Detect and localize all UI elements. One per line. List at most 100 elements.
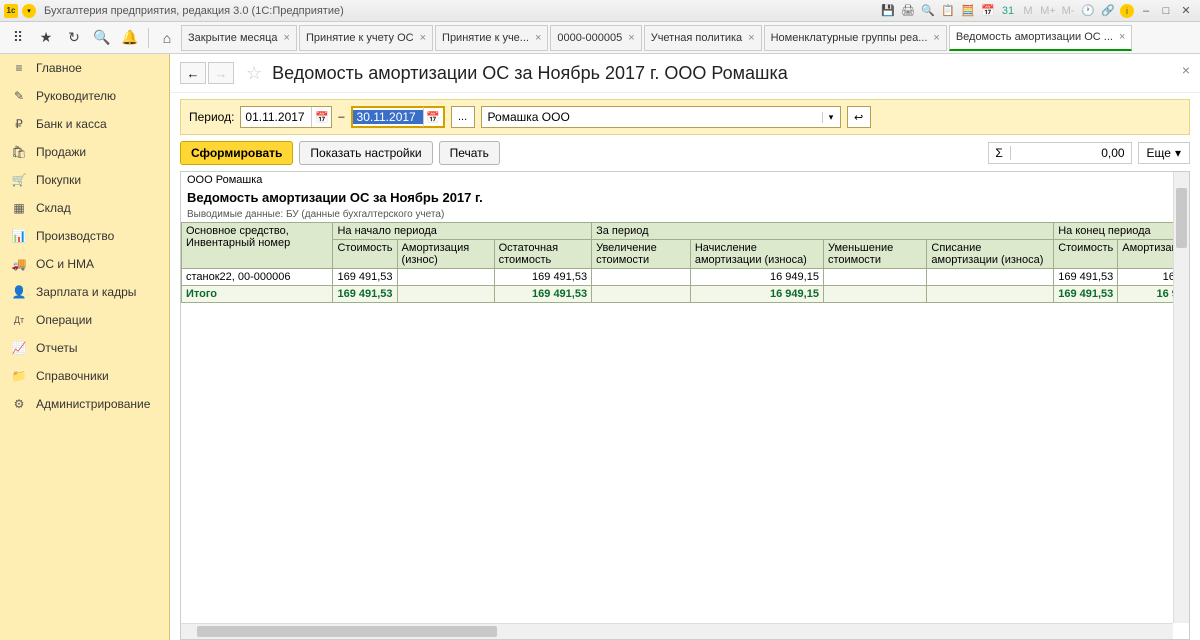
table-row[interactable]: станок22, 00-000006 169 491,53 169 491,5… <box>182 269 1189 286</box>
scrollbar-vertical[interactable] <box>1173 172 1189 623</box>
sidebar-item-purchases[interactable]: 🛒Покупки <box>0 166 169 194</box>
tab-close-month[interactable]: Закрытие месяца× <box>181 25 297 51</box>
production-icon: 📊 <box>10 229 28 243</box>
toolbar: ⠿ ★ ↻ 🔍 🔔 ⌂ Закрытие месяца× Принятие к … <box>0 22 1200 54</box>
m-icon[interactable]: M <box>1020 3 1036 19</box>
close-icon[interactable]: × <box>284 32 290 44</box>
filter-bar: Период: 📅 – 📅 ... ▾ ↩ <box>180 99 1190 135</box>
home-icon[interactable]: ⌂ <box>155 26 179 50</box>
more-button[interactable]: Еще▾ <box>1138 142 1190 164</box>
forward-button[interactable]: → <box>208 62 234 84</box>
titlebar: 1c ▾ Бухгалтерия предприятия, редакция 3… <box>0 0 1200 22</box>
report-title: Ведомость амортизации ОС за Ноябрь 2017 … <box>181 188 1189 207</box>
link-icon[interactable]: 🔗 <box>1100 3 1116 19</box>
report-area: ООО Ромашка Ведомость амортизации ОС за … <box>180 171 1190 640</box>
folder-icon: 📁 <box>10 369 28 383</box>
app-menu-dropdown[interactable]: ▾ <box>22 4 36 18</box>
grp-start: На начало периода <box>333 223 592 240</box>
save-icon[interactable]: 💾 <box>880 3 896 19</box>
calendar-icon[interactable]: 📅 <box>980 3 996 19</box>
back-button[interactable]: ← <box>180 62 206 84</box>
main-icon: ≡ <box>10 61 28 75</box>
close-icon[interactable]: × <box>535 32 541 44</box>
purchases-icon: 🛒 <box>10 173 28 187</box>
report-table: Основное средство, Инвентарный номер На … <box>181 222 1189 303</box>
close-icon[interactable]: × <box>748 32 754 44</box>
sidebar-item-directories[interactable]: 📁Справочники <box>0 362 169 390</box>
sidebar-item-salary[interactable]: 👤Зарплата и кадры <box>0 278 169 306</box>
report-subtitle: Выводимые данные: БУ (данные бухгалтерск… <box>181 207 1189 222</box>
grp-end: На конец периода <box>1054 223 1189 240</box>
col-asset: Основное средство, Инвентарный номер <box>182 223 333 269</box>
window-close-icon[interactable]: ✕ <box>1178 3 1194 19</box>
sidebar-item-reports[interactable]: 📈Отчеты <box>0 334 169 362</box>
search-icon[interactable]: 🔍 <box>90 26 114 50</box>
sidebar-item-bank[interactable]: ₽Банк и касса <box>0 110 169 138</box>
org-open-button[interactable]: ↩ <box>847 106 871 128</box>
close-icon[interactable]: × <box>933 32 939 44</box>
grp-period: За период <box>592 223 1054 240</box>
copy-icon[interactable]: 📋 <box>940 3 956 19</box>
form-button[interactable]: Сформировать <box>180 141 293 165</box>
close-icon[interactable]: × <box>1119 31 1125 43</box>
app-title: Бухгалтерия предприятия, редакция 3.0 (1… <box>44 5 344 17</box>
sum-input[interactable] <box>1011 146 1131 160</box>
print-button[interactable]: Печать <box>439 141 500 165</box>
info-icon[interactable]: i <box>1120 4 1134 18</box>
dash: – <box>338 111 344 123</box>
star-icon[interactable]: ☆ <box>246 63 262 84</box>
close-icon[interactable]: × <box>628 32 634 44</box>
calendar-icon[interactable]: 📅 <box>311 107 331 127</box>
tab-accept-os2[interactable]: Принятие к уче...× <box>435 25 548 51</box>
org-input[interactable]: ▾ <box>481 106 841 128</box>
apps-icon[interactable]: ⠿ <box>6 26 30 50</box>
sidebar-item-os-nma[interactable]: 🚚ОС и НМА <box>0 250 169 278</box>
close-icon[interactable]: × <box>420 32 426 44</box>
col-accrual: Начисление амортизации (износа) <box>690 240 823 269</box>
calc-icon[interactable]: 🧮 <box>960 3 976 19</box>
dtkt-icon: Дт <box>10 313 28 327</box>
period-label: Период: <box>189 110 234 124</box>
chevron-down-icon[interactable]: ▾ <box>822 112 840 123</box>
sidebar-item-admin[interactable]: ⚙Администрирование <box>0 390 169 418</box>
chart-icon: 📈 <box>10 341 28 355</box>
date-to-input[interactable]: 📅 <box>351 106 445 128</box>
sidebar-item-production[interactable]: 📊Производство <box>0 222 169 250</box>
sidebar-item-warehouse[interactable]: ▦Склад <box>0 194 169 222</box>
date-from-input[interactable]: 📅 <box>240 106 332 128</box>
period-picker-button[interactable]: ... <box>451 106 475 128</box>
calendar31-icon[interactable]: 31 <box>1000 3 1016 19</box>
tab-nomenclature[interactable]: Номенклатурные группы реа...× <box>764 25 947 51</box>
minimize-icon[interactable]: – <box>1138 3 1154 19</box>
page-title: Ведомость амортизации ОС за Ноябрь 2017 … <box>272 63 788 84</box>
manager-icon: ✎ <box>10 89 28 103</box>
action-bar: Сформировать Показать настройки Печать Σ… <box>180 141 1190 165</box>
history-icon[interactable]: ↻ <box>62 26 86 50</box>
clock-icon[interactable]: 🕐 <box>1080 3 1096 19</box>
print-icon[interactable]: 🖨 <box>900 3 916 19</box>
content-close-icon[interactable]: × <box>1182 62 1190 78</box>
sales-icon: 🛍 <box>10 145 28 159</box>
tab-accounting-policy[interactable]: Учетная политика× <box>644 25 762 51</box>
scrollbar-horizontal[interactable] <box>181 623 1173 639</box>
m-plus-icon[interactable]: M+ <box>1040 3 1056 19</box>
m-minus-icon[interactable]: M- <box>1060 3 1076 19</box>
col-cost-end: Стоимость <box>1054 240 1118 269</box>
tab-accept-os[interactable]: Принятие к учету ОС× <box>299 25 433 51</box>
tab-doc-number[interactable]: 0000-000005× <box>550 25 641 51</box>
col-amort-start: Амортизация (износ) <box>397 240 494 269</box>
settings-button[interactable]: Показать настройки <box>299 141 432 165</box>
sidebar-item-sales[interactable]: 🛍Продажи <box>0 138 169 166</box>
sidebar-item-operations[interactable]: ДтОперации <box>0 306 169 334</box>
sidebar-item-manager[interactable]: ✎Руководителю <box>0 82 169 110</box>
maximize-icon[interactable]: □ <box>1158 3 1174 19</box>
favorite-icon[interactable]: ★ <box>34 26 58 50</box>
col-increase: Увеличение стоимости <box>592 240 691 269</box>
sidebar-item-main[interactable]: ≡Главное <box>0 54 169 82</box>
col-decrease: Уменьшение стоимости <box>823 240 926 269</box>
calendar-icon[interactable]: 📅 <box>423 107 443 127</box>
preview-icon[interactable]: 🔍 <box>920 3 936 19</box>
bell-icon[interactable]: 🔔 <box>118 26 142 50</box>
sigma-icon[interactable]: Σ <box>989 146 1011 160</box>
tab-depreciation-report[interactable]: Ведомость амортизации ОС ...× <box>949 25 1133 51</box>
